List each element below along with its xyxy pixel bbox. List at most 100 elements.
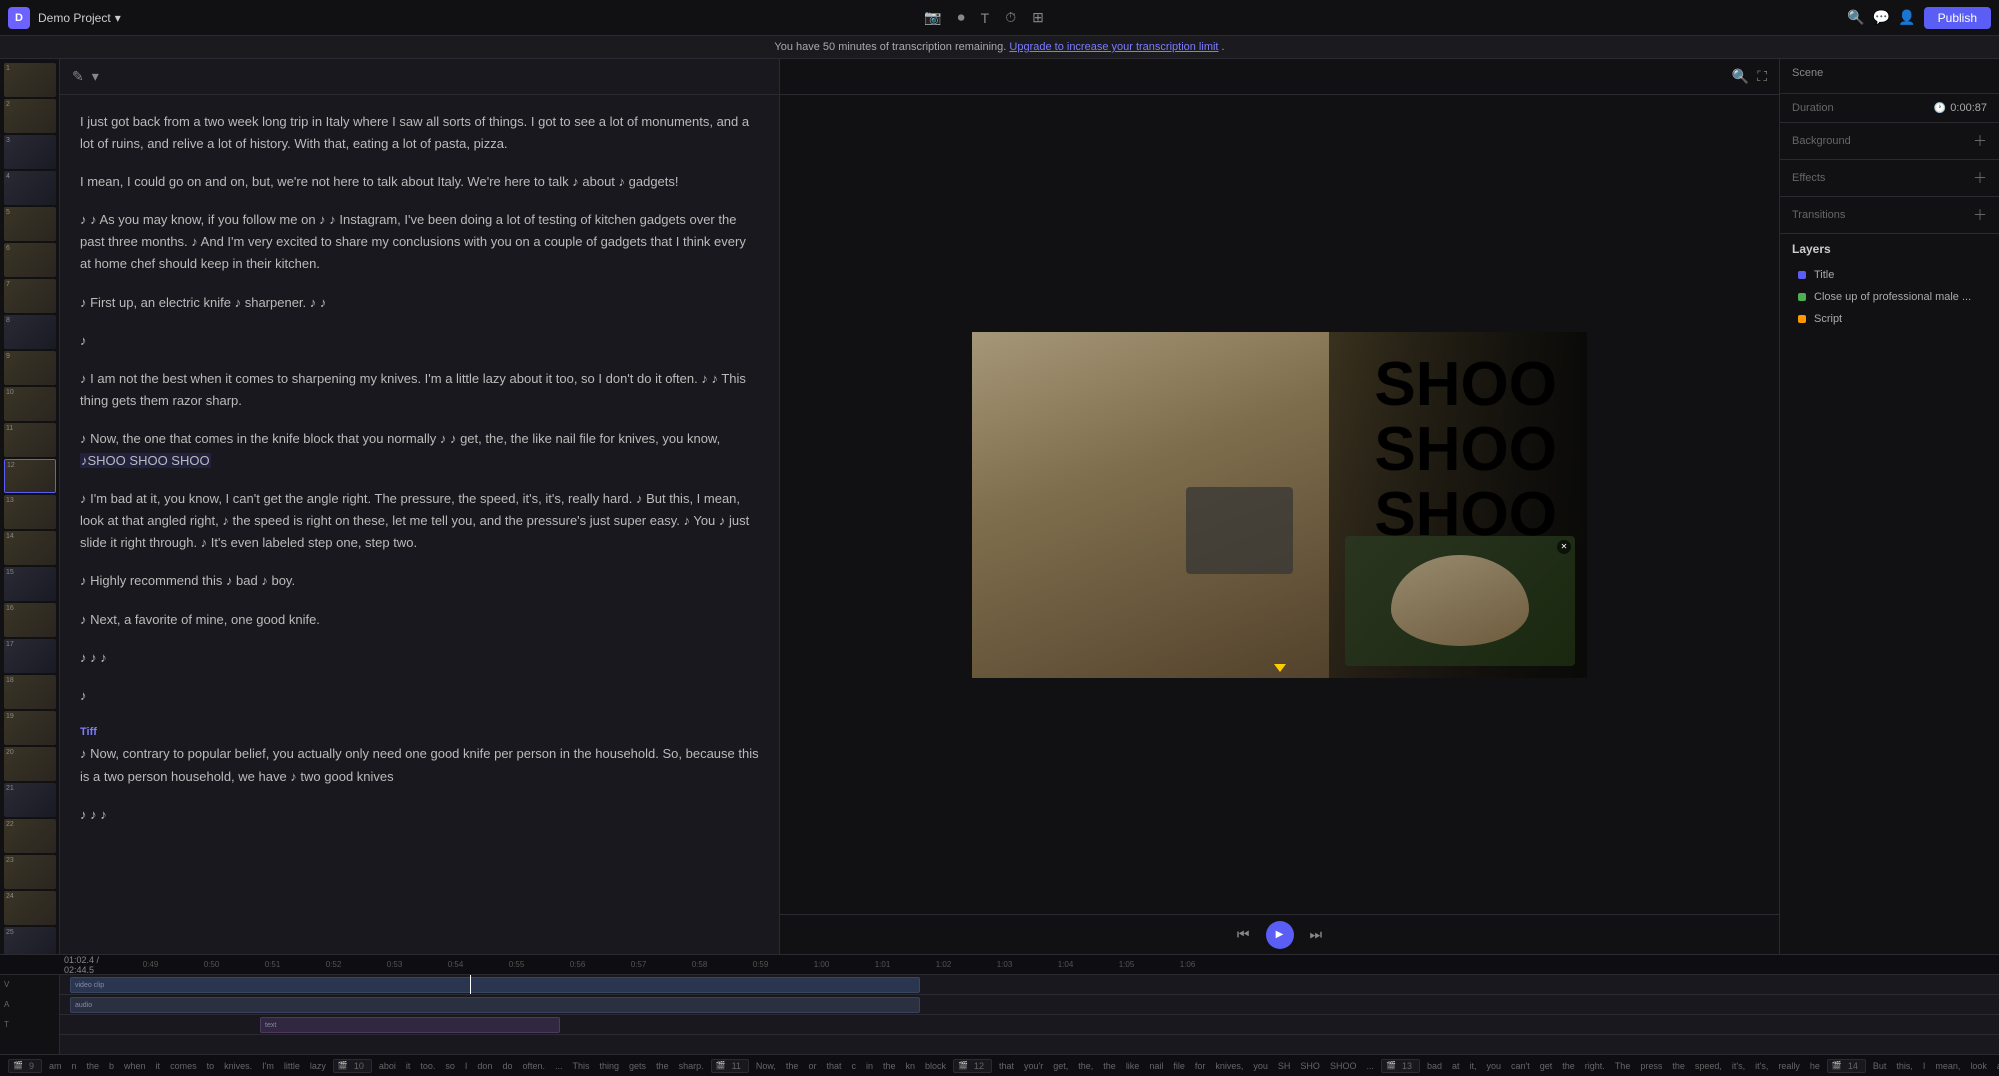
caption-word-50: ... [1363, 1061, 1377, 1071]
fullscreen-icon[interactable]: ⛶ [1757, 68, 1767, 85]
play-button[interactable]: ▶ [1266, 921, 1294, 949]
caption-word-29: or [805, 1061, 819, 1071]
text-clip[interactable]: text [260, 1017, 560, 1033]
ruler-mark-1: 0:50 [181, 960, 242, 969]
thumbnail-22[interactable]: 22 [4, 819, 56, 853]
caption-word-13: aboi [376, 1061, 399, 1071]
thumbnail-20[interactable]: 20 [4, 747, 56, 781]
transcript-text-5: ♪ [80, 330, 759, 352]
transitions-add-icon[interactable]: ＋ [1973, 205, 1987, 225]
caption-segment-14[interactable]: 🎬 14 [1827, 1059, 1866, 1073]
thumbnail-3[interactable]: 3 [4, 135, 56, 169]
caption-word-18: don [474, 1061, 495, 1071]
thumbnail-11[interactable]: 11 [4, 423, 56, 457]
thumbnail-23[interactable]: 23 [4, 855, 56, 889]
text-icon[interactable]: T [981, 10, 990, 26]
caption-segment-11[interactable]: 🎬 11 [711, 1059, 749, 1073]
thumbnail-9[interactable]: 9 [4, 351, 56, 385]
thumbnail-17[interactable]: 17 [4, 639, 56, 673]
caption-word-2: n [69, 1061, 80, 1071]
segment-icon-12: 🎬 [958, 1061, 968, 1070]
thumbnail-24[interactable]: 24 [4, 891, 56, 925]
next-button[interactable]: ⏭ [1310, 926, 1323, 943]
caption-word-34: kn [903, 1061, 919, 1071]
dropdown-icon[interactable]: ▾ [92, 68, 99, 85]
effects-add-icon[interactable]: ＋ [1973, 168, 1987, 188]
caption-word-10: I'm [259, 1061, 277, 1071]
layer-item-clip[interactable]: Close up of professional male ... [1792, 286, 1987, 308]
thumbnail-14[interactable]: 14 [4, 531, 56, 565]
prev-button[interactable]: ⏮ [1237, 926, 1250, 943]
caption-word-64: it's, [1752, 1061, 1771, 1071]
right-panel: Scene Duration 🕐 0:00:87 Background ＋ Ef… [1779, 59, 1999, 954]
thumbnail-25[interactable]: 25 [4, 927, 56, 954]
video-clip[interactable]: video clip [70, 977, 920, 993]
transcript-text-9: ♪ Highly recommend this ♪ bad ♪ boy. [80, 570, 759, 592]
ruler-mark-2: 0:51 [242, 960, 303, 969]
caption-word-68: this, [1893, 1061, 1916, 1071]
thumbnail-6[interactable]: 6 [4, 243, 56, 277]
edit-icon[interactable]: ✎ [72, 68, 84, 85]
caption-word-67: But [1870, 1061, 1890, 1071]
thumbnail-1[interactable]: 1 [4, 63, 56, 97]
publish-button[interactable]: Publish [1924, 7, 1991, 29]
transcript-text-12: ♪ [80, 685, 759, 707]
timeline-ruler: 01:02.4 / 02:44.5 0:49 0:50 0:51 0:52 0:… [0, 955, 1999, 975]
caption-word-11: little [281, 1061, 303, 1071]
timer-icon[interactable]: ⏱ [1005, 9, 1016, 26]
thumbnail-2[interactable]: 2 [4, 99, 56, 133]
layer-item-script[interactable]: Script [1792, 308, 1987, 330]
caption-segment-13[interactable]: 🎬 13 [1381, 1059, 1420, 1073]
caption-segment-12[interactable]: 🎬 12 [953, 1059, 992, 1073]
camera-icon[interactable]: 📷 [924, 9, 941, 26]
audio-clip[interactable]: audio [70, 997, 920, 1013]
transcript-para-6: ♪ I am not the best when it comes to sha… [80, 368, 759, 412]
caption-word-4: b [106, 1061, 117, 1071]
thumbnail-19[interactable]: 19 [4, 711, 56, 745]
timeline-content: V A T video clip audio text [0, 975, 1999, 1054]
thumbnail-21[interactable]: 21 [4, 783, 56, 817]
project-name[interactable]: Demo Project ▾ [38, 11, 121, 25]
caption-word-48: SHO [1297, 1061, 1323, 1071]
caption-word-23: thing [597, 1061, 623, 1071]
speaker-name: Tiff [80, 723, 759, 742]
grid-icon[interactable]: ⊞ [1032, 9, 1044, 26]
thumbnail-5[interactable]: 5 [4, 207, 56, 241]
caption-word-52: at [1449, 1061, 1463, 1071]
caption-word-33: the [880, 1061, 899, 1071]
playhead[interactable] [470, 975, 471, 994]
thumbnail-8[interactable]: 8 [4, 315, 56, 349]
layer-item-title[interactable]: Title [1792, 264, 1987, 286]
thumbnail-16[interactable]: 16 [4, 603, 56, 637]
caption-segment-10[interactable]: 🎬 10 [333, 1059, 372, 1073]
search-icon[interactable]: 🔍 [1732, 68, 1749, 85]
user-icon[interactable]: 👤 [1898, 9, 1915, 26]
track-label-4 [0, 1034, 59, 1054]
thumbnail-10[interactable]: 10 [4, 387, 56, 421]
chat-icon[interactable]: 💬 [1873, 9, 1890, 26]
transcript-text-13: ♪ Now, contrary to popular belief, you a… [80, 743, 759, 787]
timeline-area: 01:02.4 / 02:44.5 0:49 0:50 0:51 0:52 0:… [0, 954, 1999, 1054]
upgrade-banner: You have 50 minutes of transcription rem… [0, 36, 1999, 59]
pip-close-button[interactable]: ✕ [1557, 540, 1571, 554]
caption-word-69: I [1920, 1061, 1929, 1071]
caption-segment-9[interactable]: 🎬 9 [8, 1059, 42, 1073]
layers-header: Layers [1792, 242, 1987, 256]
caption-word-58: right. [1582, 1061, 1608, 1071]
thumbnail-4[interactable]: 4 [4, 171, 56, 205]
timeline-tracks[interactable]: video clip audio text [60, 975, 1999, 1054]
upgrade-link[interactable]: Upgrade to increase your transcription l… [1009, 41, 1218, 53]
caption-word-46: you [1250, 1061, 1271, 1071]
thumbnail-7[interactable]: 7 [4, 279, 56, 313]
record-icon[interactable]: ⏺ [958, 9, 965, 26]
ruler-mark-0: 0:49 [120, 960, 181, 969]
thumbnail-13[interactable]: 13 [4, 495, 56, 529]
thumbnail-12[interactable]: 12 [4, 459, 56, 493]
scene-header: Scene [1792, 67, 1987, 79]
duration-icon: 🕐 [1934, 103, 1946, 114]
thumbnail-18[interactable]: 18 [4, 675, 56, 709]
background-add-icon[interactable]: ＋ [1973, 131, 1987, 151]
thumbnail-15[interactable]: 15 [4, 567, 56, 601]
caption-word-36: that [996, 1061, 1017, 1071]
search-icon[interactable]: 🔍 [1847, 9, 1864, 26]
